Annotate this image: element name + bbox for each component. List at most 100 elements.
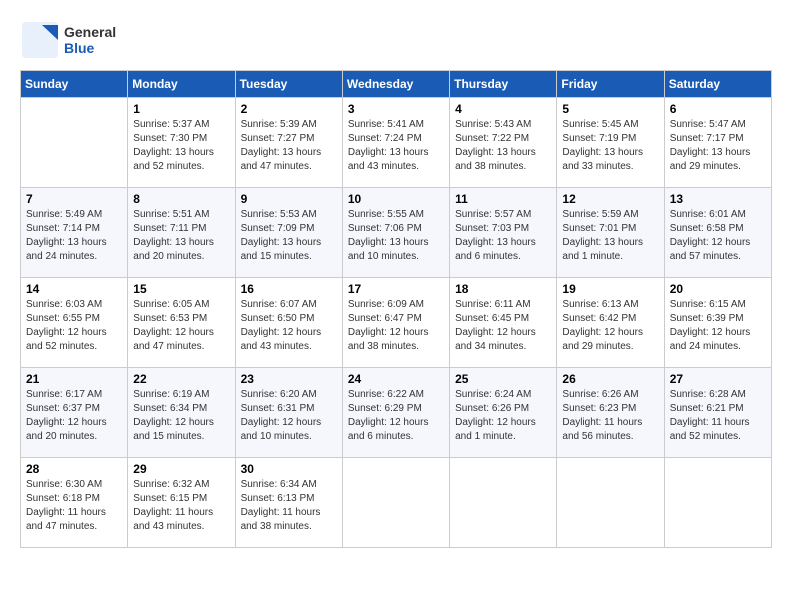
day-info: Sunrise: 6:26 AM Sunset: 6:23 PM Dayligh… — [562, 388, 658, 444]
day-number: 17 — [348, 282, 444, 296]
day-cell: 29 Sunrise: 6:32 AM Sunset: 6:15 PM Dayli… — [128, 458, 235, 548]
day-info: Sunrise: 6:24 AM Sunset: 6:26 PM Dayligh… — [455, 388, 551, 444]
header-thursday: Thursday — [450, 71, 557, 98]
day-cell: 15 Sunrise: 6:05 AM Sunset: 6:53 PM Dayli… — [128, 278, 235, 368]
week-row-2: 7 Sunrise: 5:49 AM Sunset: 7:14 PM Daylig… — [21, 188, 772, 278]
day-info: Sunrise: 5:45 AM Sunset: 7:19 PM Dayligh… — [562, 118, 658, 174]
week-row-4: 21 Sunrise: 6:17 AM Sunset: 6:37 PM Dayli… — [21, 368, 772, 458]
week-row-3: 14 Sunrise: 6:03 AM Sunset: 6:55 PM Dayli… — [21, 278, 772, 368]
day-info: Sunrise: 6:30 AM Sunset: 6:18 PM Dayligh… — [26, 478, 122, 534]
day-cell: 27 Sunrise: 6:28 AM Sunset: 6:21 PM Dayli… — [664, 368, 771, 458]
header-monday: Monday — [128, 71, 235, 98]
day-number: 28 — [26, 462, 122, 476]
day-number: 16 — [241, 282, 337, 296]
day-number: 1 — [133, 102, 229, 116]
logo-general-text: General — [64, 24, 116, 40]
day-cell: 21 Sunrise: 6:17 AM Sunset: 6:37 PM Dayli… — [21, 368, 128, 458]
day-info: Sunrise: 5:49 AM Sunset: 7:14 PM Dayligh… — [26, 208, 122, 264]
day-cell: 28 Sunrise: 6:30 AM Sunset: 6:18 PM Dayli… — [21, 458, 128, 548]
day-cell: 10 Sunrise: 5:55 AM Sunset: 7:06 PM Dayli… — [342, 188, 449, 278]
day-cell — [450, 458, 557, 548]
day-number: 25 — [455, 372, 551, 386]
header-saturday: Saturday — [664, 71, 771, 98]
day-info: Sunrise: 6:01 AM Sunset: 6:58 PM Dayligh… — [670, 208, 766, 264]
day-cell: 9 Sunrise: 5:53 AM Sunset: 7:09 PM Daylig… — [235, 188, 342, 278]
day-cell: 24 Sunrise: 6:22 AM Sunset: 6:29 PM Dayli… — [342, 368, 449, 458]
day-cell: 3 Sunrise: 5:41 AM Sunset: 7:24 PM Daylig… — [342, 98, 449, 188]
day-info: Sunrise: 6:32 AM Sunset: 6:15 PM Dayligh… — [133, 478, 229, 534]
day-cell: 22Sunrise: 6:19 AM Sunset: 6:34 PM Dayli… — [128, 368, 235, 458]
day-cell: 8Sunrise: 5:51 AM Sunset: 7:11 PM Daylig… — [128, 188, 235, 278]
day-number: 7 — [26, 192, 122, 206]
logo-svg — [20, 20, 60, 60]
day-cell: 2 Sunrise: 5:39 AM Sunset: 7:27 PM Daylig… — [235, 98, 342, 188]
day-cell: 14 Sunrise: 6:03 AM Sunset: 6:55 PM Dayli… — [21, 278, 128, 368]
day-number: 9 — [241, 192, 337, 206]
day-cell: 16Sunrise: 6:07 AM Sunset: 6:50 PM Dayli… — [235, 278, 342, 368]
day-info: Sunrise: 5:55 AM Sunset: 7:06 PM Dayligh… — [348, 208, 444, 264]
day-cell — [664, 458, 771, 548]
header-friday: Friday — [557, 71, 664, 98]
day-cell: 5Sunrise: 5:45 AM Sunset: 7:19 PM Daylig… — [557, 98, 664, 188]
day-number: 13 — [670, 192, 766, 206]
day-info: Sunrise: 6:28 AM Sunset: 6:21 PM Dayligh… — [670, 388, 766, 444]
day-cell: 1 Sunrise: 5:37 AM Sunset: 7:30 PM Daylig… — [128, 98, 235, 188]
week-row-1: 1 Sunrise: 5:37 AM Sunset: 7:30 PM Daylig… — [21, 98, 772, 188]
day-number: 18 — [455, 282, 551, 296]
day-info: Sunrise: 6:15 AM Sunset: 6:39 PM Dayligh… — [670, 298, 766, 354]
day-number: 2 — [241, 102, 337, 116]
day-number: 21 — [26, 372, 122, 386]
day-cell: 26Sunrise: 6:26 AM Sunset: 6:23 PM Dayli… — [557, 368, 664, 458]
logo: General Blue — [20, 20, 116, 60]
day-info: Sunrise: 5:57 AM Sunset: 7:03 PM Dayligh… — [455, 208, 551, 264]
day-number: 22 — [133, 372, 229, 386]
day-cell: 6 Sunrise: 5:47 AM Sunset: 7:17 PM Daylig… — [664, 98, 771, 188]
day-cell: 23Sunrise: 6:20 AM Sunset: 6:31 PM Dayli… — [235, 368, 342, 458]
day-cell: 4 Sunrise: 5:43 AM Sunset: 7:22 PM Daylig… — [450, 98, 557, 188]
day-number: 10 — [348, 192, 444, 206]
day-number: 24 — [348, 372, 444, 386]
day-info: Sunrise: 5:47 AM Sunset: 7:17 PM Dayligh… — [670, 118, 766, 174]
day-number: 6 — [670, 102, 766, 116]
day-info: Sunrise: 6:17 AM Sunset: 6:37 PM Dayligh… — [26, 388, 122, 444]
day-info: Sunrise: 6:13 AM Sunset: 6:42 PM Dayligh… — [562, 298, 658, 354]
day-info: Sunrise: 6:22 AM Sunset: 6:29 PM Dayligh… — [348, 388, 444, 444]
day-info: Sunrise: 6:03 AM Sunset: 6:55 PM Dayligh… — [26, 298, 122, 354]
day-info: Sunrise: 5:51 AM Sunset: 7:11 PM Dayligh… — [133, 208, 229, 264]
day-number: 14 — [26, 282, 122, 296]
calendar-table: SundayMondayTuesdayWednesdayThursdayFrid… — [20, 70, 772, 548]
day-number: 29 — [133, 462, 229, 476]
day-cell — [21, 98, 128, 188]
day-number: 15 — [133, 282, 229, 296]
day-number: 11 — [455, 192, 551, 206]
day-number: 3 — [348, 102, 444, 116]
day-info: Sunrise: 5:43 AM Sunset: 7:22 PM Dayligh… — [455, 118, 551, 174]
logo-blue-text: Blue — [64, 40, 116, 56]
day-cell: 18 Sunrise: 6:11 AM Sunset: 6:45 PM Dayli… — [450, 278, 557, 368]
day-number: 20 — [670, 282, 766, 296]
day-info: Sunrise: 6:09 AM Sunset: 6:47 PM Dayligh… — [348, 298, 444, 354]
header-tuesday: Tuesday — [235, 71, 342, 98]
day-info: Sunrise: 5:59 AM Sunset: 7:01 PM Dayligh… — [562, 208, 658, 264]
day-number: 23 — [241, 372, 337, 386]
day-number: 30 — [241, 462, 337, 476]
day-info: Sunrise: 6:11 AM Sunset: 6:45 PM Dayligh… — [455, 298, 551, 354]
week-row-5: 28 Sunrise: 6:30 AM Sunset: 6:18 PM Dayli… — [21, 458, 772, 548]
day-cell — [557, 458, 664, 548]
day-number: 12 — [562, 192, 658, 206]
day-cell: 19 Sunrise: 6:13 AM Sunset: 6:42 PM Dayli… — [557, 278, 664, 368]
day-cell: 7 Sunrise: 5:49 AM Sunset: 7:14 PM Daylig… — [21, 188, 128, 278]
day-cell — [342, 458, 449, 548]
day-cell: 13 Sunrise: 6:01 AM Sunset: 6:58 PM Dayli… — [664, 188, 771, 278]
header-wednesday: Wednesday — [342, 71, 449, 98]
day-cell: 12 Sunrise: 5:59 AM Sunset: 7:01 PM Dayli… — [557, 188, 664, 278]
day-info: Sunrise: 5:39 AM Sunset: 7:27 PM Dayligh… — [241, 118, 337, 174]
day-info: Sunrise: 5:41 AM Sunset: 7:24 PM Dayligh… — [348, 118, 444, 174]
day-number: 27 — [670, 372, 766, 386]
day-number: 19 — [562, 282, 658, 296]
day-info: Sunrise: 5:37 AM Sunset: 7:30 PM Dayligh… — [133, 118, 229, 174]
day-number: 4 — [455, 102, 551, 116]
day-info: Sunrise: 5:53 AM Sunset: 7:09 PM Dayligh… — [241, 208, 337, 264]
header-row: SundayMondayTuesdayWednesdayThursdayFrid… — [21, 71, 772, 98]
day-info: Sunrise: 6:05 AM Sunset: 6:53 PM Dayligh… — [133, 298, 229, 354]
